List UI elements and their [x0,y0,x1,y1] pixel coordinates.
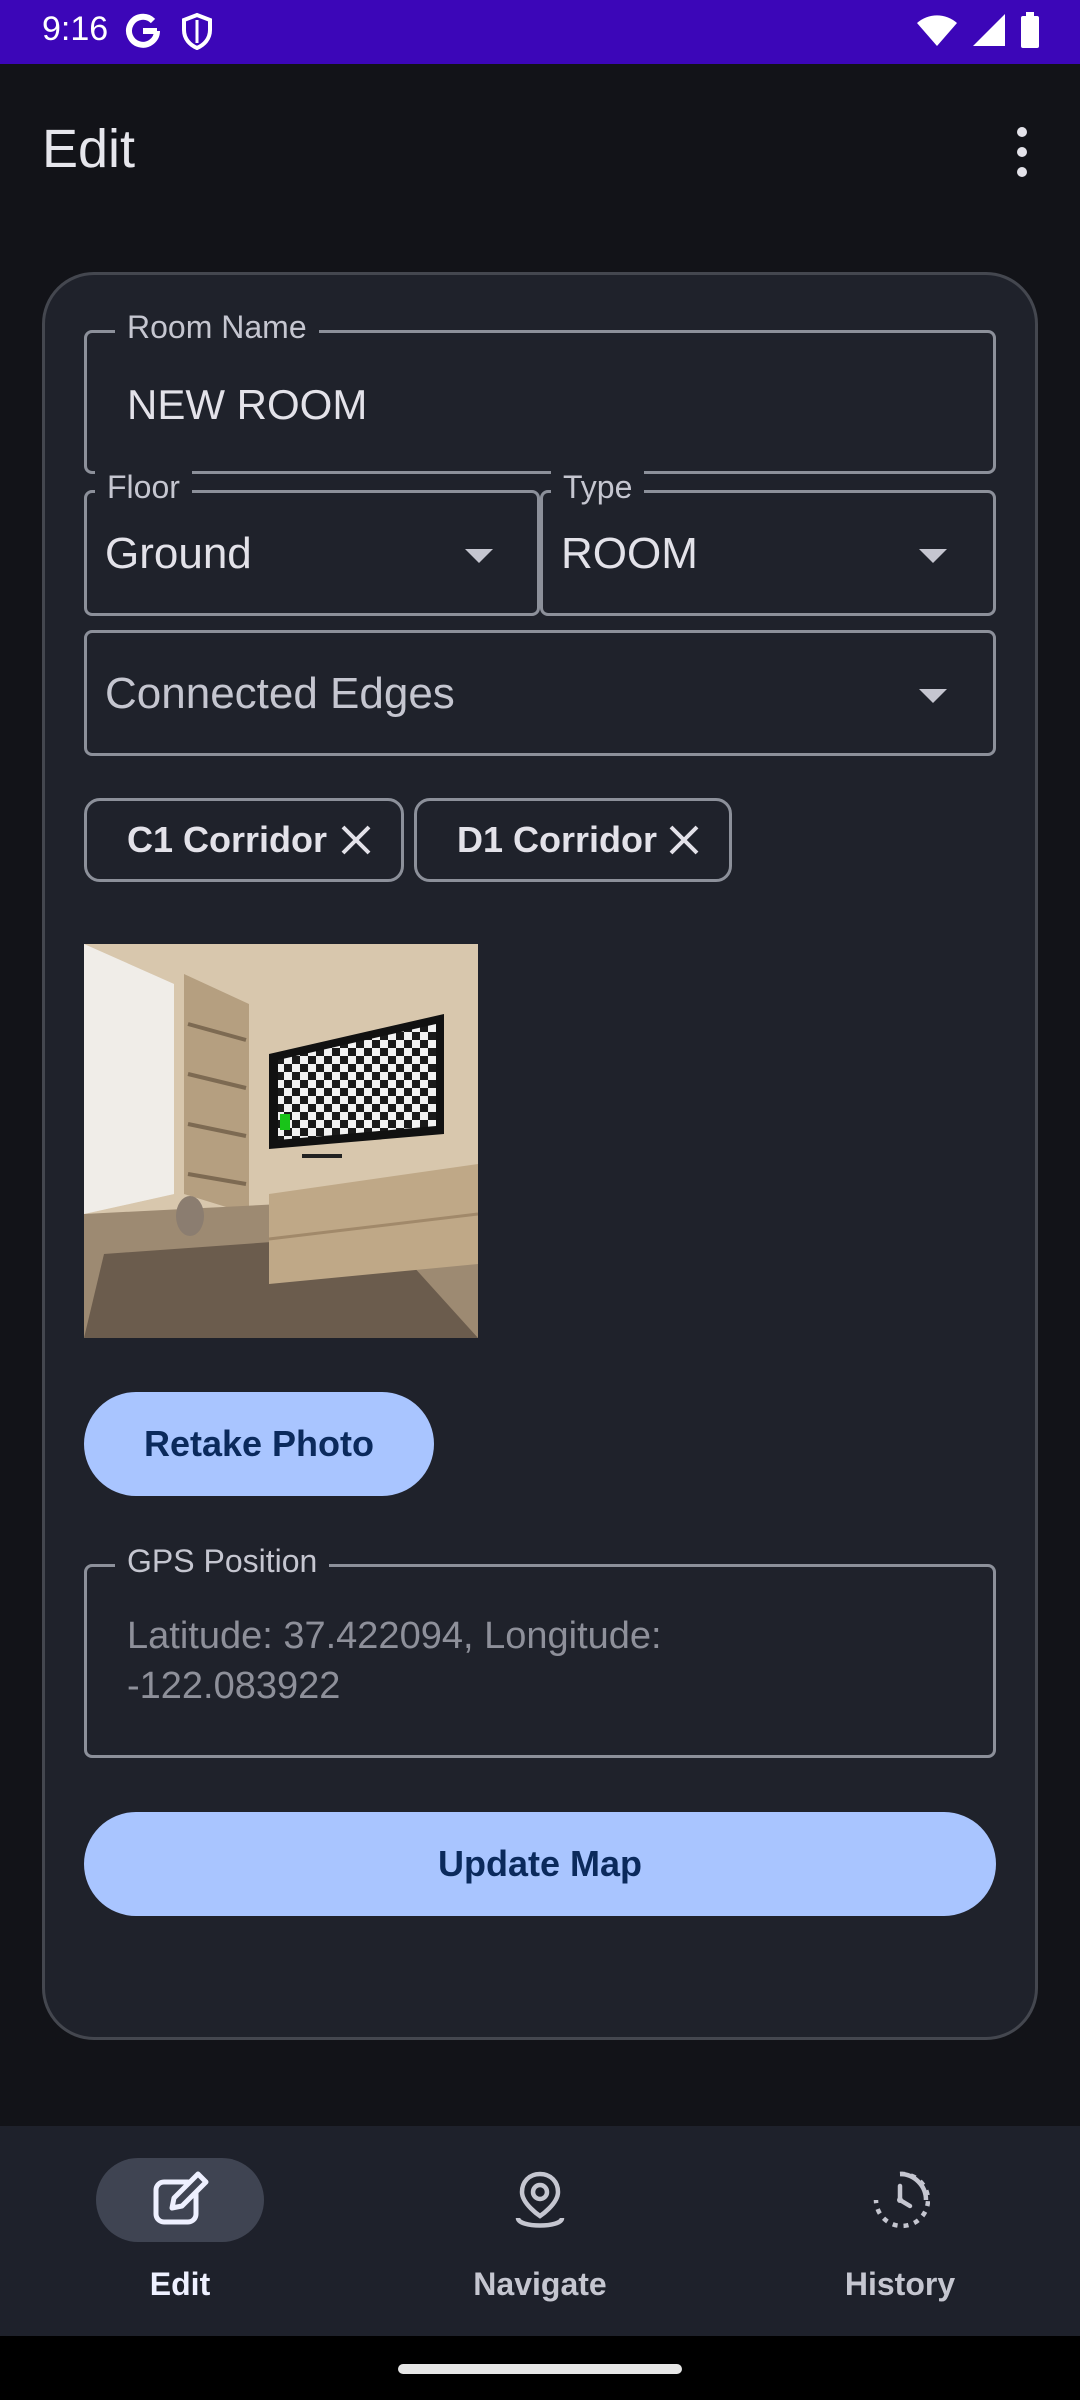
connected-edges-placeholder: Connected Edges [105,669,455,718]
chip-label: C1 Corridor [127,819,328,860]
battery-icon [1021,12,1039,48]
room-name-field[interactable]: Room Name NEW ROOM [84,309,996,474]
edit-icon [153,2171,209,2225]
gps-line-2: -122.083922 [127,1665,341,1707]
status-time: 9:16 [42,10,109,48]
app-bar: Edit [0,64,1080,234]
type-label: Type [551,469,645,506]
gps-position-field: GPS Position Latitude: 37.422094, Longit… [84,1543,996,1758]
navigate-icon [515,2171,565,2228]
nav-item-navigate[interactable]: Navigate [360,2126,720,2336]
wifi-icon [917,15,957,46]
status-icons-right [916,12,1040,48]
room-name-value: NEW ROOM [127,381,368,428]
status-icons-left [124,12,214,50]
nav-label-navigate: Navigate [473,2266,607,2302]
retake-photo-button[interactable]: Retake Photo [84,1392,434,1496]
type-dropdown[interactable]: Type ROOM [540,469,996,616]
room-name-label: Room Name [115,309,319,346]
gps-position-label: GPS Position [115,1543,330,1580]
bottom-navigation: Edit Navigate History [0,2126,1080,2336]
chevron-down-icon [919,689,947,703]
update-map-button[interactable]: Update Map [84,1812,996,1916]
nav-item-history[interactable]: History [720,2126,1080,2336]
type-value: ROOM [561,529,698,578]
nav-item-edit[interactable]: Edit [0,2126,360,2336]
close-icon[interactable] [667,823,701,857]
room-photo [84,944,478,1338]
page-title: Edit [42,119,136,179]
floor-value: Ground [105,529,252,578]
shield-icon [182,12,212,50]
home-gesture-handle[interactable] [398,2364,682,2374]
retake-photo-label: Retake Photo [143,1423,375,1464]
floor-dropdown[interactable]: Floor Ground [84,469,540,616]
status-bar: 9:16 [0,0,1080,64]
chevron-down-icon [465,549,493,563]
close-icon[interactable] [339,823,373,857]
more-vert-icon[interactable] [1002,122,1042,182]
connected-edges-dropdown[interactable]: Connected Edges [84,630,996,756]
history-icon [873,2171,930,2229]
update-map-label: Update Map [437,1843,642,1884]
chevron-down-icon [919,549,947,563]
gps-position-value: Latitude: 37.422094, Longitude: -122.083… [127,1611,662,1711]
gps-line-1: Latitude: 37.422094, Longitude: [127,1615,662,1657]
chip-label: D1 Corridor [457,819,658,860]
signal-icon [973,14,1005,46]
nav-label-edit: Edit [149,2266,211,2302]
gesture-bar [0,2336,1080,2400]
floor-label: Floor [95,469,192,506]
edge-chip-d1[interactable]: D1 Corridor [414,798,732,882]
nav-label-history: History [844,2266,956,2302]
edge-chip-c1[interactable]: C1 Corridor [84,798,404,882]
google-icon [126,13,160,48]
